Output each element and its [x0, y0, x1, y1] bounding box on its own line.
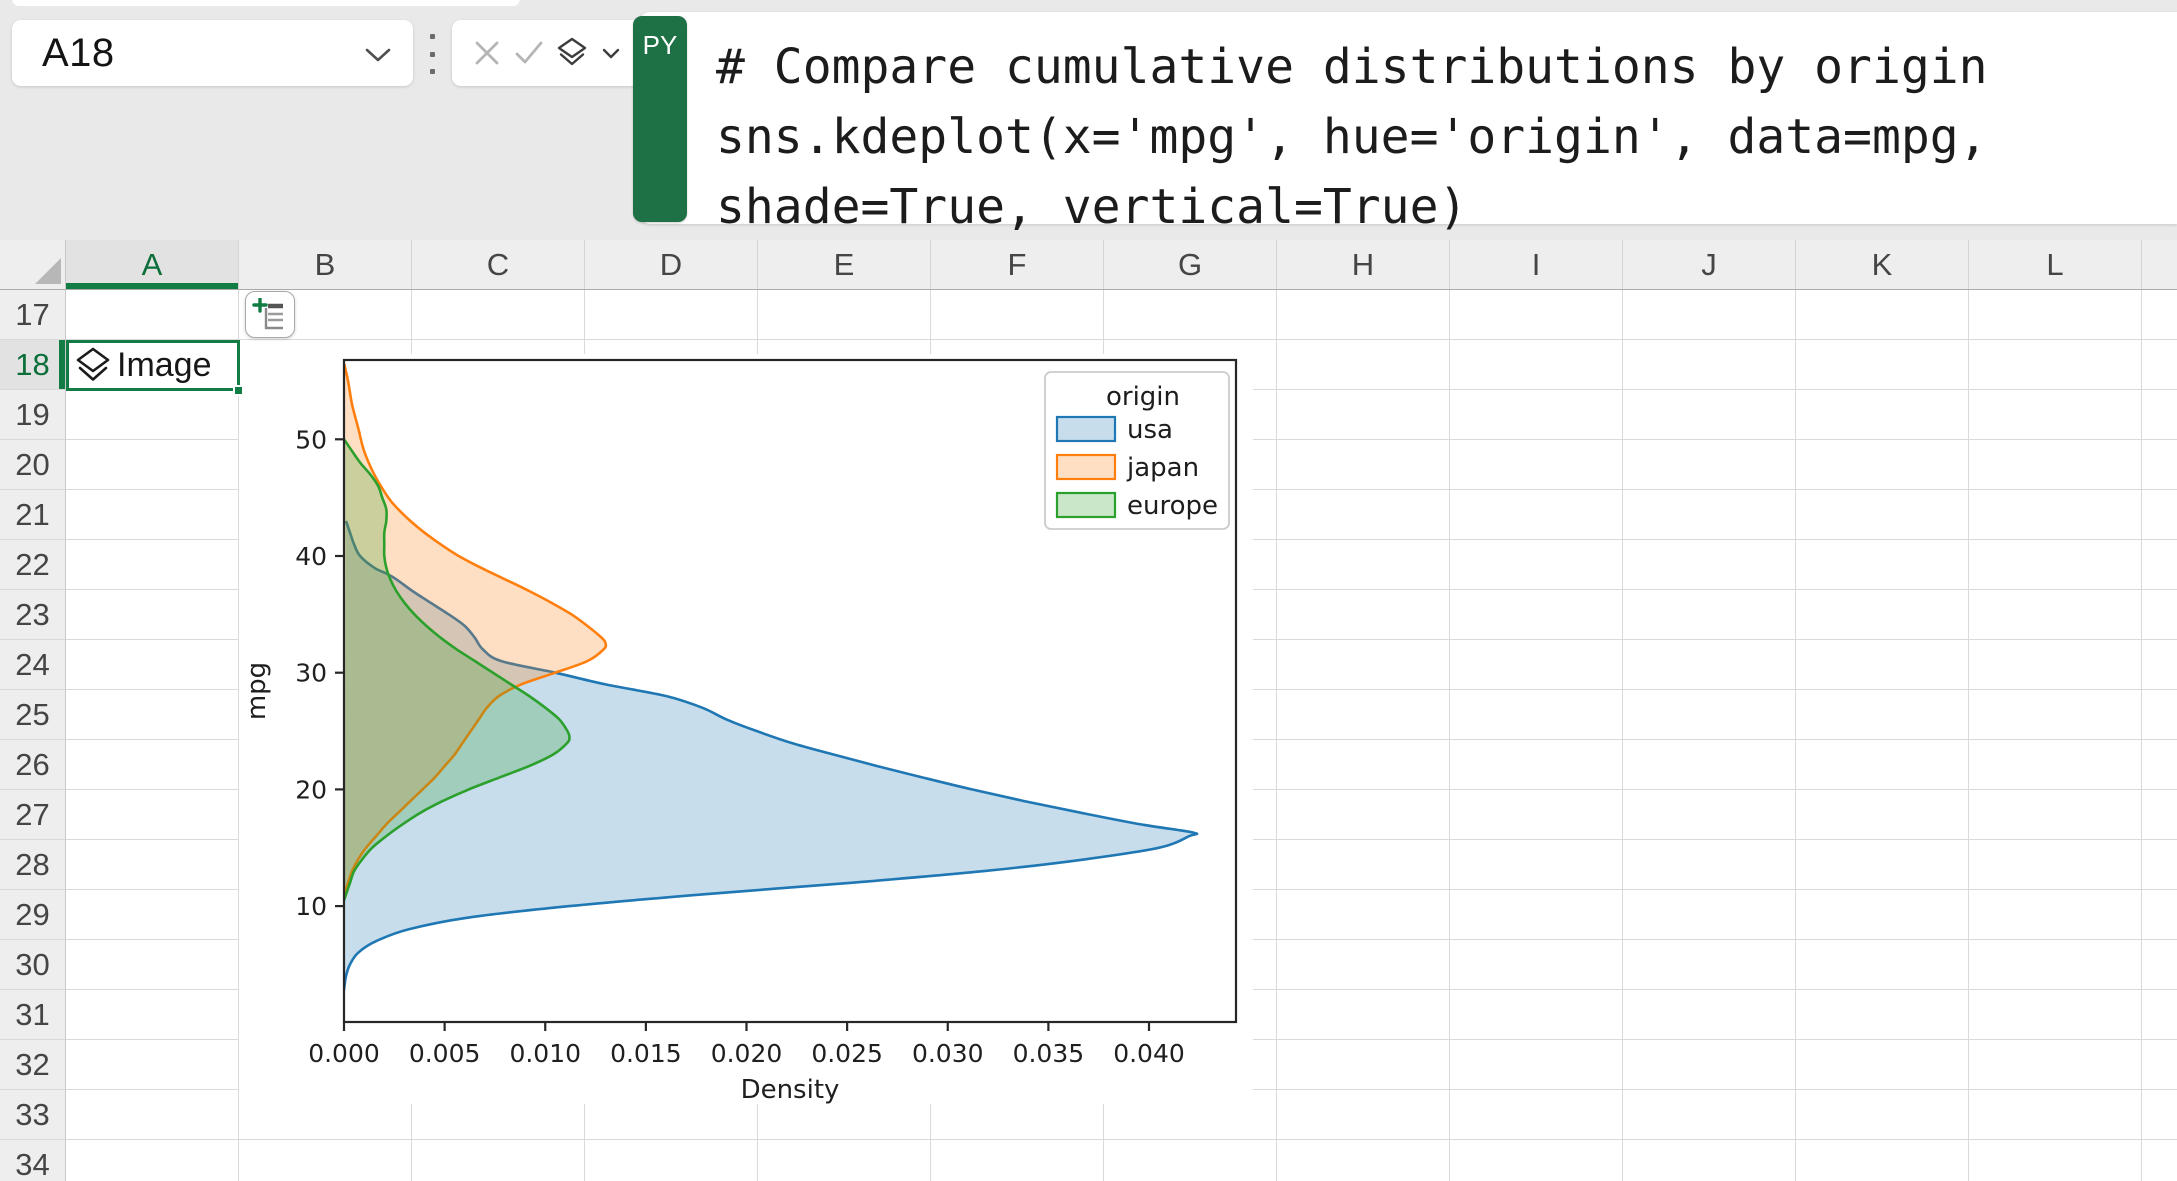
y-tick-label: 10 — [295, 892, 327, 921]
x-tick-label: 0.015 — [610, 1039, 682, 1068]
embedded-chart-image[interactable]: 10 20 30 40 50 0.000 0.005 0.010 0.015 0.020 0.025… — [239, 354, 1253, 1104]
confirm-icon[interactable] — [515, 40, 543, 66]
ribbon-edge — [12, 0, 520, 6]
column-header-j[interactable]: J — [1623, 240, 1796, 289]
data-type-layers-icon[interactable] — [557, 37, 587, 69]
column-header-c[interactable]: C — [412, 240, 585, 289]
column-header-l[interactable]: L — [1969, 240, 2142, 289]
legend-label-europe: europe — [1127, 491, 1218, 521]
row-header-31[interactable]: 31 — [0, 990, 65, 1040]
row-header-30[interactable]: 30 — [0, 940, 65, 990]
y-axis-label: mpg — [242, 662, 272, 720]
legend-swatch-japan — [1057, 455, 1115, 479]
row-header-17[interactable]: 17 — [0, 290, 65, 340]
row-header-28[interactable]: 28 — [0, 840, 65, 890]
insert-data-icon — [252, 298, 288, 332]
column-header-g[interactable]: G — [1104, 240, 1277, 289]
row-header-19[interactable]: 19 — [0, 390, 65, 440]
x-tick-label: 0.040 — [1113, 1039, 1185, 1068]
y-tick-label: 50 — [295, 425, 327, 454]
formula-line[interactable]: shade=True, vertical=True) — [716, 172, 1467, 242]
column-headers: ABCDEFGHIJKL — [66, 240, 2177, 290]
legend-swatch-europe — [1057, 493, 1115, 517]
image-datatype-layers-icon — [75, 346, 111, 386]
chevron-down-icon[interactable] — [602, 48, 620, 59]
legend-swatch-usa — [1057, 417, 1115, 441]
x-tick-label: 0.030 — [912, 1039, 984, 1068]
row-header-32[interactable]: 32 — [0, 1040, 65, 1090]
row-header-25[interactable]: 25 — [0, 690, 65, 740]
row-header-34[interactable]: 34 — [0, 1140, 65, 1181]
cancel-icon[interactable] — [474, 40, 500, 66]
legend-label-usa: usa — [1127, 415, 1173, 445]
row-header-26[interactable]: 26 — [0, 740, 65, 790]
row-header-20[interactable]: 20 — [0, 440, 65, 490]
formula-line[interactable]: # Compare cumulative distributions by or… — [716, 32, 1988, 102]
y-tick-label: 40 — [295, 542, 327, 571]
x-tick-label: 0.005 — [409, 1039, 481, 1068]
legend-label-japan: japan — [1126, 453, 1199, 483]
column-header-d[interactable]: D — [585, 240, 758, 289]
select-all-triangle-icon — [35, 258, 61, 284]
row-header-24[interactable]: 24 — [0, 640, 65, 690]
fill-handle[interactable] — [233, 385, 244, 396]
insert-data-button[interactable] — [245, 291, 295, 338]
formula-bar-region: A18 PY # Compare cumulative distribu — [0, 0, 2177, 240]
column-header-i[interactable]: I — [1450, 240, 1623, 289]
y-tick-label: 30 — [295, 659, 327, 688]
column-header-f[interactable]: F — [931, 240, 1104, 289]
x-tick-label: 0.020 — [711, 1039, 783, 1068]
x-tick-label: 0.000 — [308, 1039, 380, 1068]
active-cell-a18[interactable]: Image — [66, 340, 240, 391]
y-tick-label: 20 — [295, 775, 327, 804]
row-header-18[interactable]: 18 — [0, 340, 65, 390]
formula-toolbar — [452, 20, 642, 86]
column-header-e[interactable]: E — [758, 240, 931, 289]
python-badge: PY — [633, 16, 687, 222]
row-header-23[interactable]: 23 — [0, 590, 65, 640]
x-axis-label: Density — [741, 1075, 840, 1104]
x-tick-label: 0.035 — [1013, 1039, 1085, 1068]
column-header-k[interactable]: K — [1796, 240, 1969, 289]
row-header-22[interactable]: 22 — [0, 540, 65, 590]
kde-chart: 10 20 30 40 50 0.000 0.005 0.010 0.015 0.020 0.025… — [239, 354, 1253, 1104]
chevron-down-icon[interactable] — [365, 48, 391, 62]
row-header-33[interactable]: 33 — [0, 1090, 65, 1140]
active-cell-value: Image — [117, 346, 212, 385]
row-header-27[interactable]: 27 — [0, 790, 65, 840]
select-all-corner[interactable] — [0, 240, 66, 290]
x-tick-label: 0.025 — [811, 1039, 883, 1068]
column-header-h[interactable]: H — [1277, 240, 1450, 289]
row-header-21[interactable]: 21 — [0, 490, 65, 540]
row-header-29[interactable]: 29 — [0, 890, 65, 940]
column-header-b[interactable]: B — [239, 240, 412, 289]
name-box[interactable]: A18 — [12, 20, 413, 86]
formula-bar[interactable]: PY # Compare cumulative distributions by… — [640, 12, 2177, 224]
formula-line[interactable]: sns.kdeplot(x='mpg', hue='origin', data=… — [716, 102, 1988, 172]
x-tick-label: 0.010 — [509, 1039, 581, 1068]
column-header-a[interactable]: A — [66, 240, 239, 289]
kebab-menu[interactable] — [426, 34, 438, 74]
legend-title: origin — [1106, 382, 1180, 412]
row-headers: 171819202122232425262728293031323334 — [0, 290, 66, 1181]
name-box-value: A18 — [42, 31, 115, 76]
